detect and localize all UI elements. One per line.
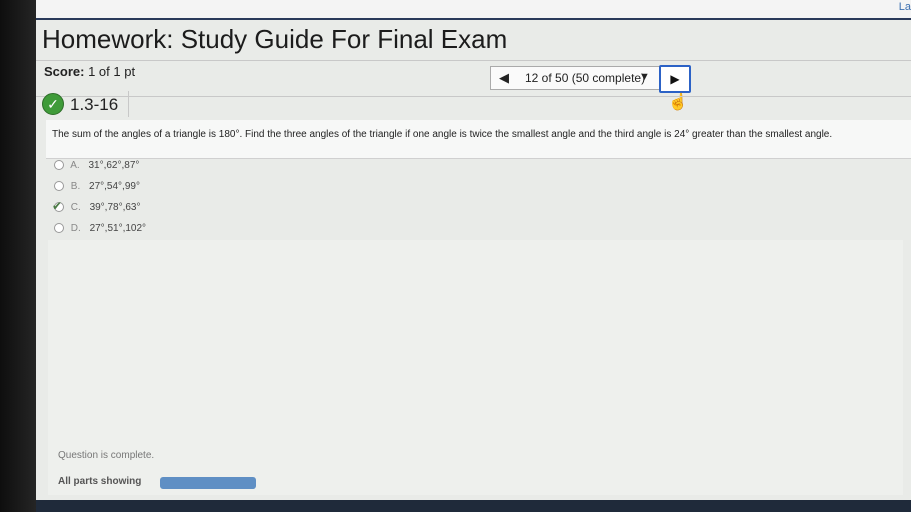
option-letter: A. [70,160,80,171]
option-b[interactable]: B. 27°,54°,99° [54,181,146,202]
top-bar: La [36,0,911,20]
question-navigator[interactable]: ◀ 12 of 50 (50 complete) ▼ [490,66,660,90]
option-value: 27°,51°,102° [89,223,147,234]
question-text: The sum of the angles of a triangle is 1… [52,129,833,140]
score-label: Score: [44,64,85,79]
option-letter: B. [70,181,81,192]
option-value: 31°,62°,87° [88,160,140,171]
parts-progress-bar [160,477,256,489]
title-divider [36,60,911,61]
option-c[interactable]: ✔ C. 39°,78°,63° [52,199,146,223]
option-letter: D. [70,223,81,234]
taskbar [36,500,911,512]
radio-button[interactable] [54,223,64,234]
checkmark-icon: ✓ [42,93,64,115]
browser-viewport: La Homework: Study Guide For Final Exam … [36,0,911,500]
radio-button[interactable] [54,160,64,171]
hand-cursor-icon: ☝ [668,94,688,111]
option-a[interactable]: A. 31°,62°,87° [54,160,146,181]
option-letter: C. [70,202,81,213]
parts-status: All parts showing [58,476,142,487]
answer-area [48,240,903,495]
previous-question-icon[interactable]: ◀ [499,70,509,86]
option-value: 39°,78°,63° [89,202,141,213]
question-panel: The sum of the angles of a triangle is 1… [46,120,911,159]
radio-button[interactable] [54,181,64,192]
next-arrow-icon: ▶ [670,72,680,86]
next-question-button[interactable]: ▶ [659,65,691,93]
score-value: 1 of 1 pt [88,64,136,79]
option-value: 27°,54°,99° [89,181,140,192]
question-id: 1.3-16 [70,95,119,114]
monitor-bezel [0,0,38,512]
correct-check-icon: ✔ [52,199,63,213]
question-divider [36,96,911,97]
question-position[interactable]: 12 of 50 (50 complete) [525,71,645,85]
page-title: Homework: Study Guide For Final Exam [42,24,508,54]
top-right-link[interactable]: La [899,1,911,13]
score-display: Score: 1 of 1 pt [44,64,135,79]
dropdown-arrow-icon[interactable]: ▼ [639,71,650,83]
answer-options: A. 31°,62°,87° B. 27°,54°,99° ✔ C. 39°,7… [52,160,147,244]
completion-status: Question is complete. [58,450,155,461]
